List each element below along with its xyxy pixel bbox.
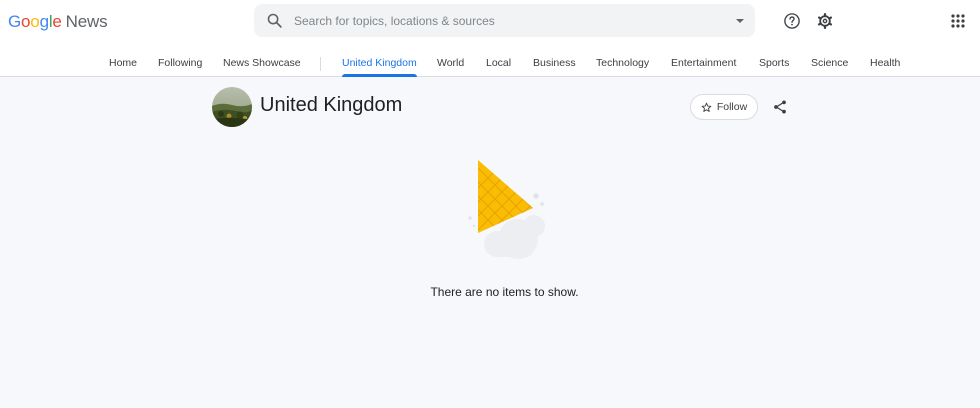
topic-avatar — [212, 87, 252, 127]
apps-button[interactable] — [947, 10, 969, 32]
search-input[interactable] — [294, 4, 714, 37]
nav-entertainment[interactable]: Entertainment — [671, 52, 736, 76]
logo-letter-g2: g — [39, 12, 49, 31]
search-icon[interactable] — [266, 12, 283, 29]
nav-world[interactable]: World — [437, 52, 464, 76]
nav-home[interactable]: Home — [109, 52, 137, 76]
follow-button[interactable]: Follow — [690, 94, 758, 120]
settings-button[interactable] — [814, 10, 836, 32]
logo-letter-g: G — [8, 12, 22, 31]
nav-local[interactable]: Local — [486, 52, 511, 76]
star-outline-icon — [701, 102, 712, 112]
logo-letter-o1: o — [21, 12, 31, 31]
nav-health[interactable]: Health — [870, 52, 900, 76]
section-nav: Home Following News Showcase United King… — [0, 52, 980, 77]
search-bar — [254, 4, 755, 37]
logo-product-name: News — [65, 12, 108, 31]
google-news-logo[interactable]: Google News — [8, 10, 108, 34]
logo-letter-o2: o — [30, 12, 40, 31]
apps-grid-icon — [951, 14, 965, 28]
gear-icon — [817, 13, 833, 29]
follow-label: Follow — [716, 101, 748, 113]
page-title: United Kingdom — [260, 94, 403, 116]
chevron-down-icon[interactable] — [735, 16, 745, 26]
nav-technology[interactable]: Technology — [596, 52, 649, 76]
nav-divider — [320, 57, 321, 71]
landscape-thumbnail-icon — [212, 87, 252, 127]
help-button[interactable] — [781, 10, 803, 32]
logo-letter-e: e — [52, 12, 62, 31]
nav-business[interactable]: Business — [533, 52, 576, 76]
nav-sports[interactable]: Sports — [759, 52, 789, 76]
nav-news-showcase[interactable]: News Showcase — [223, 52, 301, 76]
nav-science[interactable]: Science — [811, 52, 848, 76]
empty-state-message: There are no items to show. — [430, 285, 579, 299]
nav-united-kingdom[interactable]: United Kingdom — [342, 52, 417, 77]
topic-header: United Kingdom Follow — [212, 87, 792, 127]
empty-state-illustration — [468, 160, 545, 259]
nav-following[interactable]: Following — [158, 52, 202, 76]
help-circle-icon — [784, 13, 800, 29]
share-icon[interactable] — [772, 99, 788, 115]
top-header: Google News Home Following News Showcase… — [0, 0, 980, 77]
